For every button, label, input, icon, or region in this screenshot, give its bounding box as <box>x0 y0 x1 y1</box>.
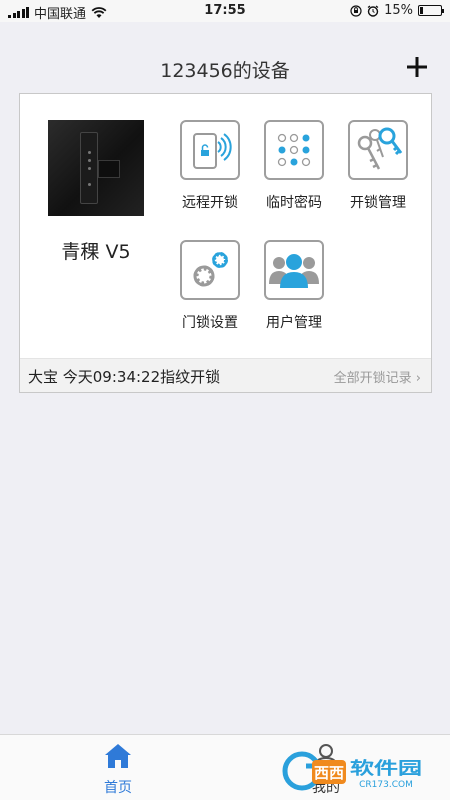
battery-fill <box>420 7 423 14</box>
lock-settings-label: 门锁设置 <box>182 315 238 331</box>
users-icon <box>269 254 319 288</box>
unlock-management-tile <box>348 120 408 180</box>
watermark-logo: 西西 软件园 CR173.COM <box>282 751 422 791</box>
gear-icon <box>193 252 228 287</box>
orientation-lock-icon <box>350 4 362 17</box>
remote-unlock-icon <box>193 133 232 169</box>
last-unlock-text: 大宝 今天09:34:22指纹开锁 <box>28 368 221 386</box>
add-device-button[interactable] <box>404 54 430 80</box>
temp-password-button[interactable]: 临时密码 <box>254 120 334 212</box>
lock-handle <box>98 160 120 178</box>
page-title: 123456的设备 <box>160 60 290 82</box>
remote-unlock-button[interactable]: 远程开锁 <box>170 120 250 212</box>
status-right: 15% <box>350 3 444 18</box>
tab-home[interactable]: 首页 <box>78 743 158 797</box>
lock-settings-button[interactable]: 门锁设置 <box>170 240 250 332</box>
temp-password-tile <box>264 120 324 180</box>
battery-icon <box>418 5 444 16</box>
user-management-button[interactable]: 用户管理 <box>254 240 334 332</box>
all-records-link[interactable]: 全部开锁记录 › <box>334 367 421 386</box>
device-image[interactable] <box>48 120 144 216</box>
svg-text:软件园: 软件园 <box>350 758 422 779</box>
battery-percent: 15% <box>384 3 413 18</box>
device-name: 青稞 V5 <box>61 241 131 263</box>
keys-icon <box>357 127 403 170</box>
header: 123456的设备 <box>0 44 450 92</box>
last-unlock-row[interactable]: 大宝 今天09:34:22指纹开锁 全部开锁记录 › <box>20 358 431 392</box>
watermark-sub: CR173.COM <box>359 780 413 790</box>
unlock-management-label: 开锁管理 <box>350 195 406 211</box>
tab-bar: 首页 我的 西西 软件园 CR173.COM <box>0 734 450 800</box>
tab-home-label: 首页 <box>104 780 132 796</box>
user-management-label: 用户管理 <box>266 315 322 331</box>
temp-password-icon <box>277 133 311 167</box>
watermark-mark: 西西 <box>314 764 344 782</box>
device-card: 青稞 V5 远程开锁 临时密码 开锁管理 门锁设置 用户管理 大宝 今天09:3… <box>19 93 432 393</box>
lock-body <box>80 132 98 204</box>
lock-settings-tile <box>180 240 240 300</box>
home-icon <box>105 744 131 768</box>
unlock-management-button[interactable]: 开锁管理 <box>338 120 418 212</box>
remote-unlock-tile <box>180 120 240 180</box>
user-management-tile <box>264 240 324 300</box>
remote-unlock-label: 远程开锁 <box>182 195 238 211</box>
status-bar: 中国联通 17:55 15% <box>0 0 450 22</box>
temp-password-label: 临时密码 <box>266 195 322 211</box>
alarm-icon <box>367 5 379 17</box>
